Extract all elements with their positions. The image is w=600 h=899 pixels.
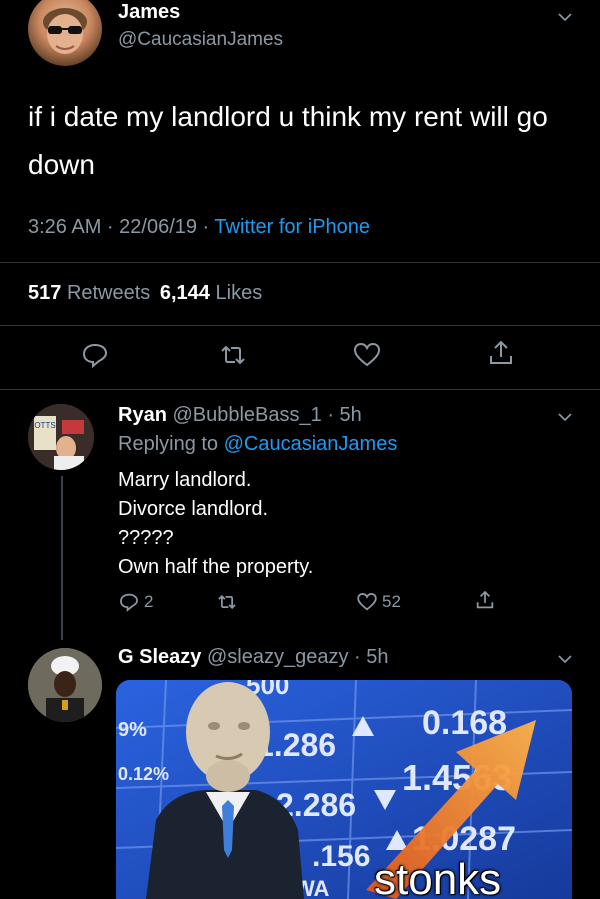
tweet-client-link[interactable]: Twitter for iPhone <box>214 216 370 238</box>
tweet-meta: 3:26 AM · 22/06/19 · Twitter for iPhone <box>28 216 370 239</box>
reply-text-line: Marry landlord. <box>118 469 252 491</box>
display-name[interactable]: G Sleazy <box>118 646 201 668</box>
retweet-icon[interactable] <box>218 340 248 370</box>
thread-line <box>61 476 63 640</box>
divider <box>0 325 600 326</box>
chevron-down-icon[interactable] <box>556 8 574 26</box>
reply-tweet: G Sleazy @sleazy_geazy · 5h 500 9% 0.12%… <box>0 640 600 899</box>
tweet-text-line-1: if i date my landlord u think my rent wi… <box>28 101 548 132</box>
chevron-down-icon[interactable] <box>556 408 574 426</box>
retweet-icon[interactable] <box>216 591 238 613</box>
image-number: 9% <box>118 719 147 741</box>
handle-time[interactable]: @sleazy_geazy · 5h <box>207 646 389 668</box>
image-number: 0.12% <box>118 764 169 784</box>
tweet-media-image[interactable]: 500 9% 0.12% 1.286 2.286 .156 0.168 1.45… <box>116 680 572 899</box>
chevron-down-icon[interactable] <box>556 650 574 668</box>
handle[interactable]: @CaucasianJames <box>118 29 283 51</box>
image-number: .156 <box>312 840 370 873</box>
divider <box>0 262 600 263</box>
replying-to-handle[interactable]: @CaucasianJames <box>224 433 398 455</box>
reply-text-line: Own half the property. <box>118 556 314 578</box>
display-name[interactable]: Ryan <box>118 404 167 426</box>
handle-time[interactable]: @BubbleBass_1 · 5h <box>172 404 361 426</box>
retweets-count[interactable]: 517 <box>28 282 61 304</box>
avatar[interactable]: OTTS <box>28 404 94 470</box>
likes-label[interactable]: Likes <box>216 282 263 304</box>
reply-icon <box>118 591 140 613</box>
reply-header: Ryan @BubbleBass_1 · 5h <box>118 404 362 427</box>
avatar[interactable] <box>28 0 102 66</box>
likes-count[interactable]: 6,144 <box>160 282 210 304</box>
share-icon[interactable] <box>474 589 496 611</box>
meme-caption: stonks <box>374 855 502 899</box>
share-icon[interactable] <box>486 338 516 368</box>
image-number: 0.168 <box>422 704 507 742</box>
reply-text-line: ????? <box>118 527 174 549</box>
avatar-sign-text: OTTS <box>34 421 55 430</box>
reply-tweet: OTTS Ryan @BubbleBass_1 · 5h Replying to… <box>0 390 600 640</box>
like-action[interactable]: 52 <box>356 591 401 613</box>
avatar[interactable] <box>28 648 102 722</box>
tweet-timestamp[interactable]: 3:26 AM · 22/06/19 · <box>28 216 214 238</box>
main-tweet: James @CaucasianJames if i date my landl… <box>0 0 600 390</box>
retweets-label[interactable]: Retweets <box>67 282 150 304</box>
reply-action[interactable]: 2 <box>118 591 153 613</box>
reply-icon[interactable] <box>80 340 110 370</box>
replying-to: Replying to @CaucasianJames <box>118 433 397 456</box>
like-count: 52 <box>382 592 401 611</box>
like-icon[interactable] <box>352 340 382 370</box>
display-name[interactable]: James <box>118 1 180 24</box>
reply-header: G Sleazy @sleazy_geazy · 5h <box>118 646 388 669</box>
tweet-stats: 517 Retweets 6,144 Likes <box>28 282 262 305</box>
like-icon <box>356 591 378 613</box>
tweet-text-line-2: down <box>28 149 95 180</box>
reply-count: 2 <box>144 592 154 611</box>
reply-text-line: Divorce landlord. <box>118 498 269 520</box>
replying-to-prefix: Replying to <box>118 433 224 455</box>
